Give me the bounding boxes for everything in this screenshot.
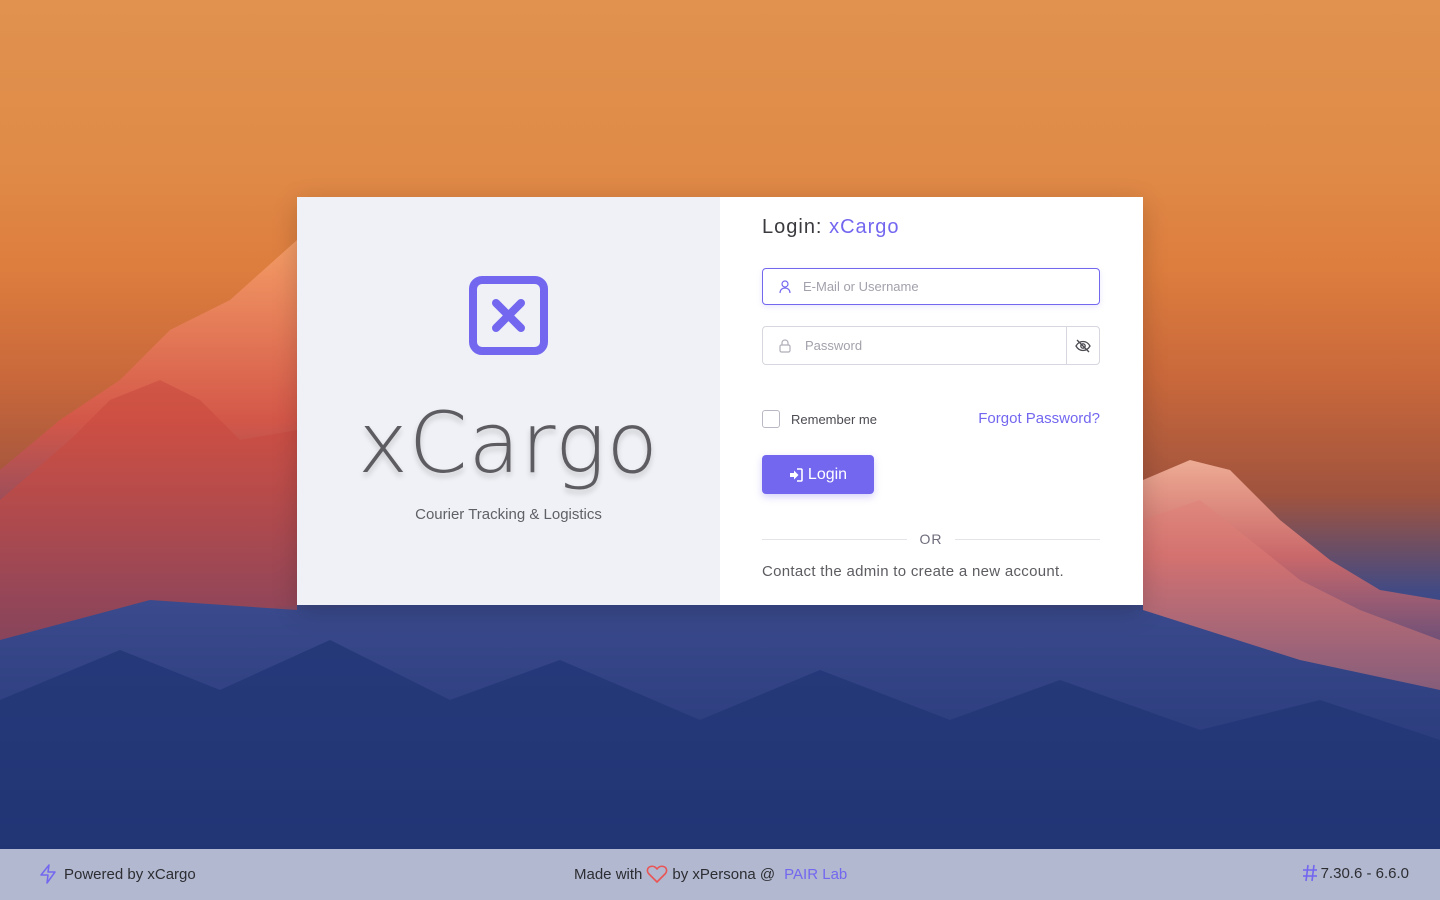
username-input[interactable] xyxy=(803,269,1053,304)
password-input[interactable] xyxy=(805,327,1055,364)
hash-icon xyxy=(1302,864,1317,882)
toggle-password-button[interactable] xyxy=(1066,327,1099,364)
brand-panel: xCargo Courier Tracking & Logistics xyxy=(297,197,720,605)
made-with-suffix: by xPersona @ xyxy=(672,865,776,883)
brand-tagline: Courier Tracking & Logistics xyxy=(415,506,602,523)
login-form-panel: Login: xCargo E-Mail or Username Remembe… xyxy=(720,197,1143,605)
lock-icon xyxy=(779,339,791,353)
or-divider: OR xyxy=(762,531,1100,547)
footer-powered-by: Powered by xCargo xyxy=(38,864,196,884)
forgot-password-link[interactable]: Forgot Password? xyxy=(978,410,1100,427)
brand-name: xCargo xyxy=(358,394,659,492)
login-title-prefix: Login: xyxy=(762,216,823,238)
remember-me-label: Remember me xyxy=(791,411,877,427)
login-button-label: Login xyxy=(807,465,848,483)
or-label: OR xyxy=(919,531,943,547)
user-icon xyxy=(779,280,791,294)
login-button[interactable]: Login xyxy=(762,455,874,494)
eye-off-icon xyxy=(1075,339,1091,352)
footer: Powered by xCargo Made with by xPersona … xyxy=(0,849,1440,900)
pair-lab-link[interactable]: PAIR Lab xyxy=(784,866,847,883)
heart-icon xyxy=(647,865,668,883)
username-field[interactable] xyxy=(762,268,1100,305)
powered-by-text: Powered by xCargo xyxy=(64,865,196,883)
contact-admin-text: Contact the admin to create a new accoun… xyxy=(762,563,1064,580)
login-title-app: xCargo xyxy=(829,216,900,238)
footer-version: 7.30.6 - 6.6.0 xyxy=(1301,864,1409,882)
remember-me-checkbox[interactable] xyxy=(762,410,780,428)
login-title: Login: xCargo xyxy=(762,216,900,239)
footer-made-with: Made with by xPersona @ PAIR Lab xyxy=(574,864,847,884)
zap-icon xyxy=(40,864,56,884)
x-square-icon xyxy=(469,276,548,355)
login-card: xCargo Courier Tracking & Logistics Logi… xyxy=(297,197,1143,605)
made-with-prefix: Made with xyxy=(574,865,643,883)
version-text: 7.30.6 - 6.6.0 xyxy=(1320,864,1409,882)
remember-me[interactable]: Remember me xyxy=(762,410,877,428)
log-in-icon xyxy=(789,467,803,482)
password-field[interactable] xyxy=(762,326,1100,365)
